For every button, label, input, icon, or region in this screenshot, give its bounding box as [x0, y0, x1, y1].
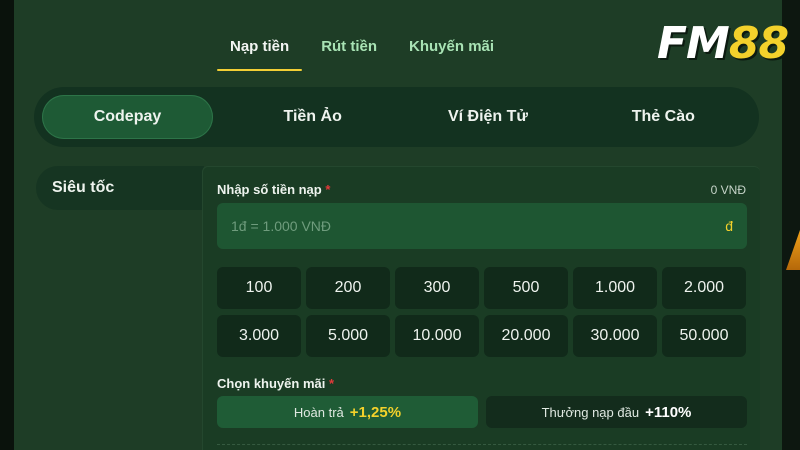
left-backdrop — [0, 0, 14, 450]
promo-label: Chọn khuyến mãi * — [217, 376, 334, 391]
promo-cashback-option[interactable]: Hoàn trả +1,25% — [217, 396, 478, 428]
tab-promotions[interactable]: Khuyến mãi — [393, 30, 510, 72]
amount-label-text: Nhập số tiền nạp — [217, 182, 322, 197]
divider — [217, 444, 747, 445]
quick-amount-button[interactable]: 500 — [484, 267, 568, 309]
promo-value: +1,25% — [349, 403, 402, 421]
logo-text-88: 88 — [728, 18, 789, 69]
method-e-wallet[interactable]: Ví Điện Tử — [400, 95, 575, 139]
quick-amount-button[interactable]: 2.000 — [662, 267, 746, 309]
method-codepay[interactable]: Codepay — [42, 95, 213, 139]
promo-options: Hoàn trả +1,25% Thưởng nạp đầu +110% — [217, 396, 747, 428]
quick-amount-button[interactable]: 1.000 — [573, 267, 657, 309]
quick-amount-button[interactable]: 10.000 — [395, 315, 479, 357]
amount-label: Nhập số tiền nạp * — [217, 182, 330, 197]
promo-first-deposit-option[interactable]: Thưởng nạp đầu +110% — [486, 396, 747, 428]
quick-amount-button[interactable]: 3.000 — [217, 315, 301, 357]
deposit-panel: Nạp tiền Rút tiền Khuyến mãi FM88 Codepa… — [14, 0, 789, 450]
method-scratch-card[interactable]: Thẻ Cào — [576, 95, 751, 139]
balance-readout: 0 VNĐ — [710, 183, 746, 197]
deposit-form: Nhập số tiền nạp * 0 VNĐ 1đ = 1.000 VNĐ … — [202, 166, 760, 450]
top-tabs: Nạp tiền Rút tiền Khuyến mãi — [214, 30, 510, 72]
required-mark: * — [328, 376, 335, 391]
tab-withdraw[interactable]: Rút tiền — [305, 30, 393, 72]
promo-label-text: Chọn khuyến mãi — [217, 376, 326, 391]
quick-amount-button[interactable]: 200 — [306, 267, 390, 309]
logo-text-fm: FM — [657, 18, 730, 69]
quick-amount-button[interactable]: 5.000 — [306, 315, 390, 357]
quick-amount-button[interactable]: 100 — [217, 267, 301, 309]
tab-deposit[interactable]: Nạp tiền — [214, 30, 305, 72]
promo-value: +110% — [645, 403, 692, 421]
promo-title: Thưởng nạp đầu — [541, 404, 640, 420]
amount-input[interactable]: 1đ = 1.000 VNĐ đ — [217, 203, 747, 249]
method-crypto[interactable]: Tiền Ảo — [225, 95, 400, 139]
currency-icon: đ — [725, 218, 733, 234]
backdrop-glow — [786, 230, 800, 270]
quick-amount-button[interactable]: 50.000 — [662, 315, 746, 357]
required-mark: * — [325, 182, 331, 197]
quick-amount-button[interactable]: 300 — [395, 267, 479, 309]
quick-amount-grid: 100 200 300 500 1.000 2.000 3.000 5.000 … — [217, 267, 747, 357]
payment-method-tabs: Codepay Tiền Ảo Ví Điện Tử Thẻ Cào — [34, 87, 759, 147]
sub-menu-item-express[interactable]: Siêu tốc — [36, 166, 204, 210]
quick-amount-button[interactable]: 20.000 — [484, 315, 568, 357]
amount-placeholder: 1đ = 1.000 VNĐ — [231, 218, 332, 234]
quick-amount-button[interactable]: 30.000 — [573, 315, 657, 357]
promo-title: Hoàn trả — [293, 404, 344, 420]
brand-logo: FM88 — [657, 14, 789, 74]
